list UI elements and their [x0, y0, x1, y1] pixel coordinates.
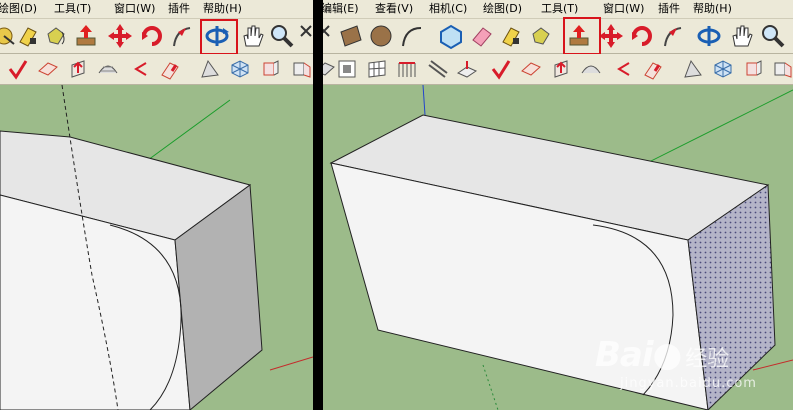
- secondary-toolbar: [0, 54, 313, 85]
- stamp-icon[interactable]: [641, 57, 665, 81]
- view-front-icon[interactable]: [258, 57, 282, 81]
- menu-draw[interactable]: 绘图(D): [483, 2, 522, 16]
- rotate-icon[interactable]: [138, 22, 166, 50]
- left-sketchup-window: 绘图(D) 工具(T) 窗口(W) 插件 帮助(H): [0, 0, 313, 410]
- orbit-icon[interactable]: [695, 22, 723, 50]
- watermark-logo: Bai: [595, 335, 654, 375]
- move-icon[interactable]: [106, 22, 134, 50]
- eraser-check-icon[interactable]: [489, 57, 513, 81]
- plane-icon[interactable]: [36, 57, 60, 81]
- follow-me-icon[interactable]: [168, 22, 196, 50]
- pan-hand-icon[interactable]: [238, 22, 266, 50]
- section-plane-icon[interactable]: [681, 57, 705, 81]
- flip-edge-icon[interactable]: [425, 57, 449, 81]
- circle-icon[interactable]: [367, 22, 395, 50]
- sandbox-icon[interactable]: [96, 57, 120, 81]
- paint-bucket-icon[interactable]: [527, 22, 555, 50]
- paw-icon: ●: [652, 335, 683, 375]
- zoom-icon[interactable]: [268, 22, 296, 50]
- view-front-icon[interactable]: [741, 57, 765, 81]
- arrow-up-face-icon[interactable]: [66, 57, 90, 81]
- follow-me-icon[interactable]: [659, 22, 687, 50]
- menu-view[interactable]: 查看(V): [375, 2, 413, 16]
- menu-help[interactable]: 帮助(H): [693, 2, 732, 16]
- zoom-icon[interactable]: [759, 22, 787, 50]
- panel-divider: [313, 0, 323, 410]
- menu-tools[interactable]: 工具(T): [541, 2, 578, 16]
- section-fill-icon[interactable]: [335, 57, 359, 81]
- push-pull-icon[interactable]: [72, 22, 100, 50]
- view-side-icon[interactable]: [290, 57, 313, 81]
- grid-icon[interactable]: [365, 57, 389, 81]
- menu-bar: 编辑(E) 查看(V) 相机(C) 绘图(D) 工具(T) 窗口(W) 插件 帮…: [323, 0, 793, 19]
- make-component-icon[interactable]: [437, 22, 465, 50]
- watermark-url: jingyan.baidu.com: [620, 376, 757, 391]
- arc-icon[interactable]: [397, 22, 425, 50]
- baidu-watermark: Bai● 经验: [595, 335, 729, 375]
- selected-tool-highlight: [563, 17, 601, 55]
- selected-tool-highlight: [200, 19, 238, 55]
- sandbox-icon[interactable]: [579, 57, 603, 81]
- tape-measure-icon[interactable]: [497, 22, 525, 50]
- secondary-toolbar: [323, 54, 793, 85]
- arrow-up-face-icon[interactable]: [549, 57, 573, 81]
- menu-help[interactable]: 帮助(H): [203, 2, 242, 16]
- rotate-icon[interactable]: [628, 22, 656, 50]
- rectangle-icon[interactable]: [337, 22, 365, 50]
- move-icon[interactable]: [597, 22, 625, 50]
- menu-draw[interactable]: 绘图(D): [0, 2, 37, 16]
- section-plane-icon[interactable]: [198, 57, 222, 81]
- menu-plugins[interactable]: 插件: [168, 2, 190, 16]
- menu-window[interactable]: 窗口(W): [603, 2, 644, 16]
- stamp-icon[interactable]: [158, 57, 182, 81]
- watermark-suffix: 经验: [685, 347, 730, 372]
- smoove-icon[interactable]: [128, 57, 152, 81]
- menu-plugins[interactable]: 插件: [658, 2, 680, 16]
- iso-view-icon[interactable]: [228, 57, 252, 81]
- smoove-icon[interactable]: [611, 57, 635, 81]
- eraser-pink-icon[interactable]: [467, 22, 495, 50]
- tape-measure-icon[interactable]: [14, 22, 42, 50]
- main-toolbar: [0, 19, 313, 54]
- menu-window[interactable]: 窗口(W): [114, 2, 155, 16]
- paint-bucket-icon[interactable]: [42, 22, 70, 50]
- stamp-plane-icon[interactable]: [455, 57, 479, 81]
- pan-hand-icon[interactable]: [727, 22, 755, 50]
- menu-edit[interactable]: 编辑(E): [323, 2, 359, 16]
- iso-view-icon[interactable]: [711, 57, 735, 81]
- eraser-check-icon[interactable]: [6, 57, 30, 81]
- zoom-window-icon[interactable]: [297, 22, 313, 50]
- 3d-viewport[interactable]: [0, 85, 313, 410]
- drape-icon[interactable]: [395, 57, 419, 81]
- view-side-icon[interactable]: [771, 57, 793, 81]
- menu-bar: 绘图(D) 工具(T) 窗口(W) 插件 帮助(H): [0, 0, 313, 19]
- menu-camera[interactable]: 相机(C): [429, 2, 467, 16]
- plane-red-icon[interactable]: [519, 57, 543, 81]
- menu-tools[interactable]: 工具(T): [54, 2, 91, 16]
- main-toolbar: [323, 19, 793, 54]
